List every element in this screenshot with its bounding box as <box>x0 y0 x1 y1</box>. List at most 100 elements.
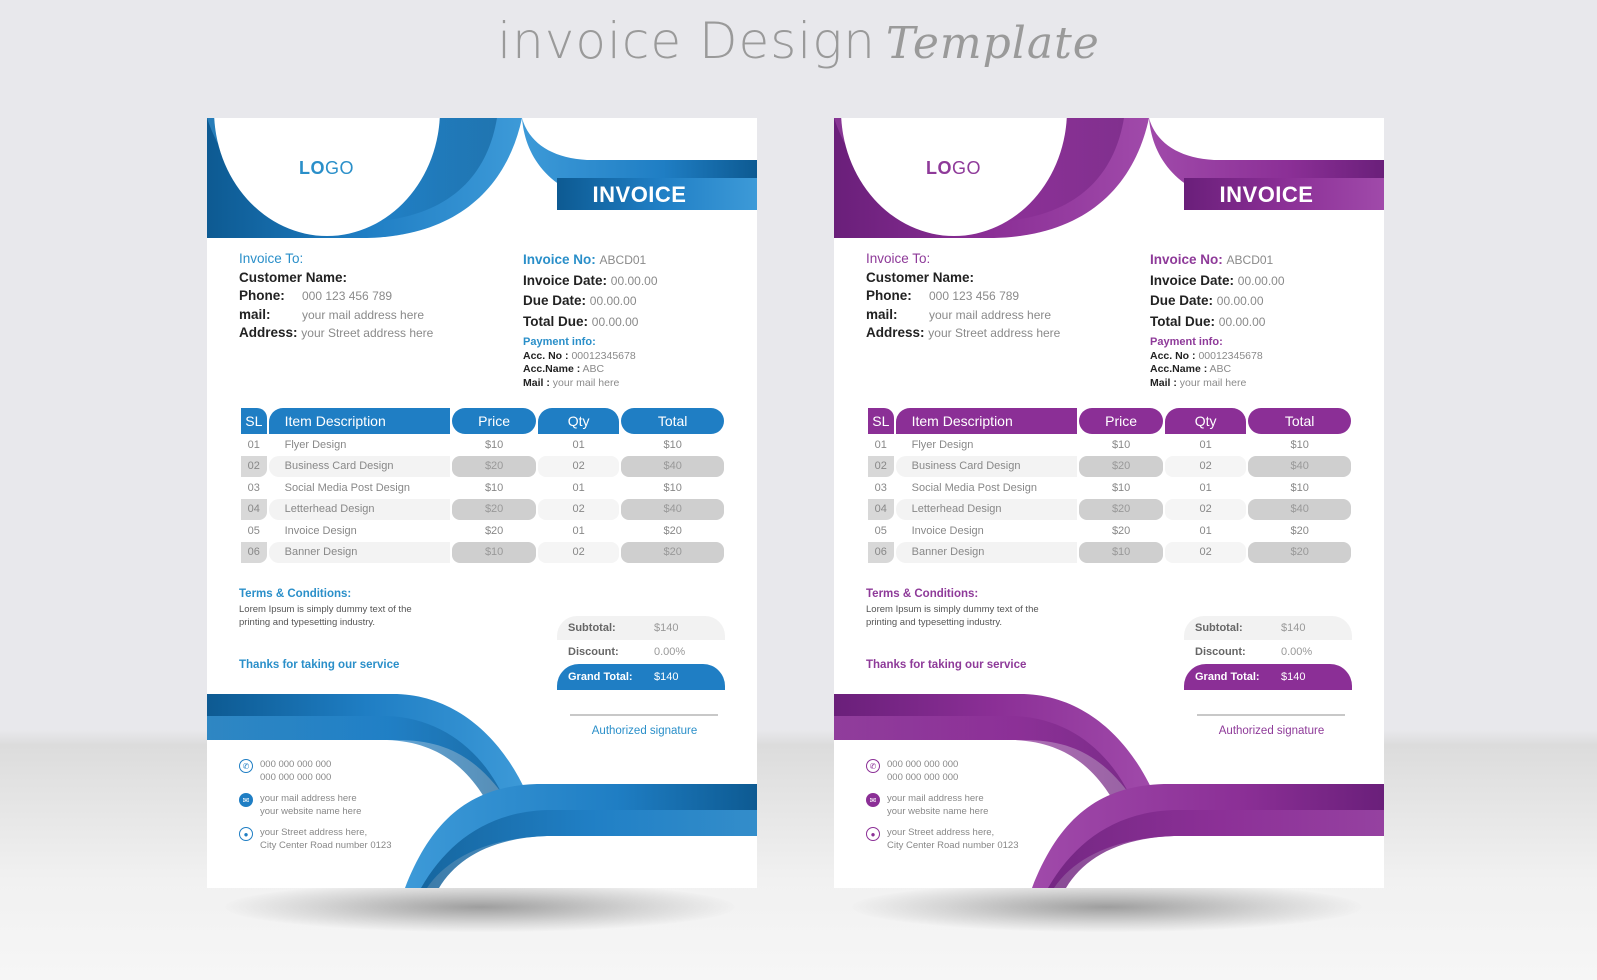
invoice-title: INVOICE <box>592 182 687 207</box>
row-qty: 02 <box>537 455 620 477</box>
phone-value: 000 123 456 789 <box>929 289 1020 303</box>
logo-thin: GO <box>325 158 355 178</box>
discount-label: Discount: <box>1195 646 1246 658</box>
address-value: your Street address here <box>928 326 1061 340</box>
header-price: Price <box>1079 408 1163 434</box>
address-value: your Street address here <box>301 326 434 340</box>
pay-mail-value: your mail here <box>552 376 620 389</box>
row-price: $10 <box>1111 438 1131 451</box>
grand-total-value: $140 <box>654 671 679 683</box>
address-line-2: City Center Road number 0123 <box>887 840 1019 851</box>
row-qty: 01 <box>572 481 585 494</box>
invoice-no-label: Invoice No: <box>523 252 596 267</box>
banner-title: invoice Design Template <box>0 12 1597 70</box>
phone-label: Phone: <box>239 288 285 303</box>
header-qty: Qty <box>537 408 620 434</box>
row-description: Business Card Design <box>268 455 451 477</box>
contact-address: ● your Street address here, City Center R… <box>239 826 392 852</box>
contact-phone: ✆ 000 000 000 000 000 000 000 000 <box>866 758 1019 784</box>
grand-total-row: Grand Total: $140 <box>557 664 725 690</box>
header-description: Item Description <box>895 408 1078 434</box>
table-row: 02 Business Card Design $20 02 $40 <box>868 455 1351 477</box>
invoice-date-label: Invoice Date: <box>523 272 608 288</box>
contact-mail-text: your mail address here <box>887 793 984 804</box>
address-line-1: your Street address here, <box>887 827 995 838</box>
row-sl: 06 <box>868 541 894 563</box>
row-total: $10 <box>1290 481 1309 494</box>
terms-section: Terms & Conditions: Lorem Ipsum is simpl… <box>866 588 1046 629</box>
authorized-signature: Authorized signature <box>1218 725 1325 737</box>
mail-value: your mail address here <box>302 307 425 322</box>
logo-bold: LO <box>299 158 325 178</box>
contact-mail: ✉ your mail address here your website nam… <box>239 792 392 818</box>
discount-value: 0.00% <box>1281 646 1313 658</box>
pay-mail-label: Mail : <box>1150 376 1177 389</box>
row-qty: 01 <box>1199 438 1212 451</box>
header-qty: Qty <box>1164 408 1247 434</box>
authorized-signature: Authorized signature <box>591 725 698 737</box>
header-sl: SL <box>868 408 894 434</box>
contact-mail: ✉ your mail address here your website nam… <box>866 792 1019 818</box>
table-row: 04 Letterhead Design $20 02 $40 <box>868 498 1351 520</box>
row-sl: 03 <box>874 481 887 494</box>
mail-value: your mail address here <box>929 307 1052 322</box>
invoice-date-value: 00.00.00 <box>1237 273 1285 288</box>
banner-title-main: invoice Design <box>497 12 876 70</box>
contact-phone: ✆ 000 000 000 000 000 000 000 000 <box>239 758 392 784</box>
location-pin-icon: ● <box>866 827 880 841</box>
due-date-label: Due Date: <box>1150 293 1214 308</box>
subtotal-label: Subtotal: <box>1195 622 1243 634</box>
discount-row: Discount: 0.00% <box>557 640 725 664</box>
row-sl: 02 <box>241 455 267 477</box>
contact-website: your website name here <box>887 806 989 817</box>
invoice-page-purple: LOGO INVOICE Invoice To: Customer Name: … <box>834 118 1384 888</box>
discount-label: Discount: <box>568 646 619 658</box>
grand-total-value: $140 <box>1281 671 1306 683</box>
row-description: Social Media Post Design <box>284 481 410 494</box>
phone-value: 000 123 456 789 <box>302 289 393 303</box>
row-price: $20 <box>452 455 536 477</box>
row-description: Invoice Design <box>911 524 984 537</box>
invoice-no-value: ABCD01 <box>599 253 647 267</box>
invoice-meta: Invoice No: ABCD01 Invoice Date: 00.00.0… <box>1150 250 1285 332</box>
row-sl: 01 <box>247 438 260 451</box>
row-sl: 04 <box>868 498 894 520</box>
location-pin-icon: ● <box>239 827 253 841</box>
total-due-value: 00.00.00 <box>591 314 639 329</box>
phone-2: 000 000 000 000 <box>887 772 959 783</box>
row-total: $40 <box>1248 498 1351 520</box>
mail-label: mail: <box>239 306 271 322</box>
address-line-2: City Center Road number 0123 <box>260 840 392 851</box>
phone-icon: ✆ <box>239 759 253 773</box>
acc-name-label: Acc.Name : <box>1150 363 1208 375</box>
invoice-title: INVOICE <box>1219 182 1314 207</box>
summary-box: Subtotal: $140 Discount: 0.00% Grand Total… <box>1184 616 1352 690</box>
row-sl: 05 <box>247 524 260 537</box>
header-total: Total <box>621 408 724 434</box>
row-price: $20 <box>452 498 536 520</box>
table-row: 04 Letterhead Design $20 02 $40 <box>241 498 724 520</box>
banner-title-script: Template <box>885 18 1100 69</box>
page-shadow <box>852 882 1362 932</box>
row-qty: 01 <box>1199 481 1212 494</box>
row-total: $20 <box>621 541 724 563</box>
pay-mail-label: Mail : <box>523 376 550 389</box>
phone-label: Phone: <box>866 288 912 303</box>
row-total: $10 <box>663 481 682 494</box>
subtotal-label: Subtotal: <box>568 622 616 634</box>
subtotal-row: Subtotal: $140 <box>1184 616 1352 640</box>
total-due-value: 00.00.00 <box>1218 314 1266 329</box>
due-date-value: 00.00.00 <box>1216 294 1264 308</box>
row-total: $40 <box>1248 455 1351 477</box>
terms-heading: Terms & Conditions: <box>239 588 352 600</box>
row-qty: 02 <box>1164 498 1247 520</box>
header-sl: SL <box>241 408 267 434</box>
phone-1: 000 000 000 000 <box>260 759 332 770</box>
header-description: Item Description <box>268 408 451 434</box>
acc-no-label: Acc. No : <box>1150 349 1196 362</box>
row-qty: 02 <box>1164 541 1247 563</box>
row-description: Banner Design <box>268 541 451 563</box>
table-row: 01 Flyer Design $10 01 $10 <box>868 434 1351 456</box>
acc-name-value: ABC <box>1209 363 1232 375</box>
discount-row: Discount: 0.00% <box>1184 640 1352 664</box>
